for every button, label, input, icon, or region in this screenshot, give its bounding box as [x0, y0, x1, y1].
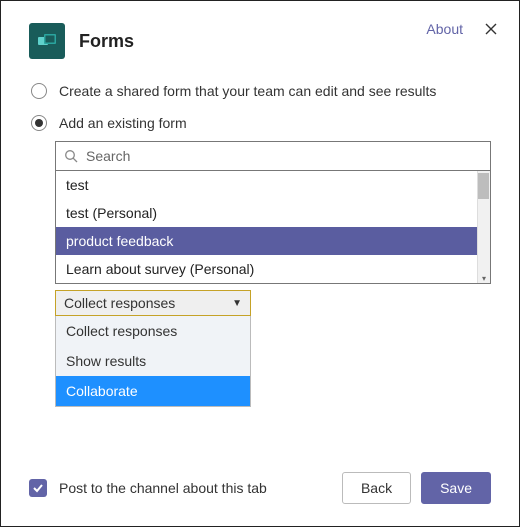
list-item[interactable]: test (Personal) [56, 199, 490, 227]
mode-select-dropdown: Collect responses Show results Collabora… [55, 316, 251, 407]
option-create-shared[interactable]: Create a shared form that your team can … [31, 83, 491, 99]
option-label: Add an existing form [59, 115, 187, 131]
save-button[interactable]: Save [421, 472, 491, 504]
scroll-thumb[interactable] [478, 173, 489, 199]
dialog-title: Forms [79, 31, 134, 52]
about-link[interactable]: About [426, 21, 463, 37]
search-results: test test (Personal) product feedback Le… [55, 171, 491, 284]
close-icon[interactable] [483, 21, 499, 37]
existing-form-picker: Search test test (Personal) product feed… [55, 141, 491, 284]
list-item[interactable]: test [56, 171, 490, 199]
mode-select: Collect responses ▼ Collect responses Sh… [55, 290, 251, 407]
option-add-existing[interactable]: Add an existing form [31, 115, 491, 131]
mode-select-value: Collect responses [64, 295, 175, 311]
option-label: Create a shared form that your team can … [59, 83, 436, 99]
mode-select-trigger[interactable]: Collect responses ▼ [55, 290, 251, 316]
select-option[interactable]: Collaborate [56, 376, 250, 406]
select-option[interactable]: Show results [56, 346, 250, 376]
search-placeholder: Search [86, 148, 482, 164]
chevron-down-icon: ▼ [232, 298, 242, 309]
select-option[interactable]: Collect responses [56, 316, 250, 346]
list-item[interactable]: product feedback [56, 227, 490, 255]
forms-tab-dialog: Forms About Create a shared form that yo… [0, 0, 520, 527]
back-button[interactable]: Back [342, 472, 411, 504]
header-actions: About [426, 21, 499, 37]
scrollbar[interactable]: ▾ [477, 171, 490, 283]
search-input[interactable]: Search [55, 141, 491, 171]
list-item[interactable]: Learn about survey (Personal) [56, 255, 490, 283]
dialog-header: Forms [29, 23, 491, 59]
post-checkbox-label: Post to the channel about this tab [59, 480, 332, 496]
radio-icon[interactable] [31, 115, 47, 131]
forms-app-icon [29, 23, 65, 59]
radio-icon[interactable] [31, 83, 47, 99]
dialog-footer: Post to the channel about this tab Back … [29, 472, 491, 504]
search-icon [64, 149, 78, 163]
post-checkbox[interactable] [29, 479, 47, 497]
chevron-down-icon[interactable]: ▾ [478, 274, 490, 283]
